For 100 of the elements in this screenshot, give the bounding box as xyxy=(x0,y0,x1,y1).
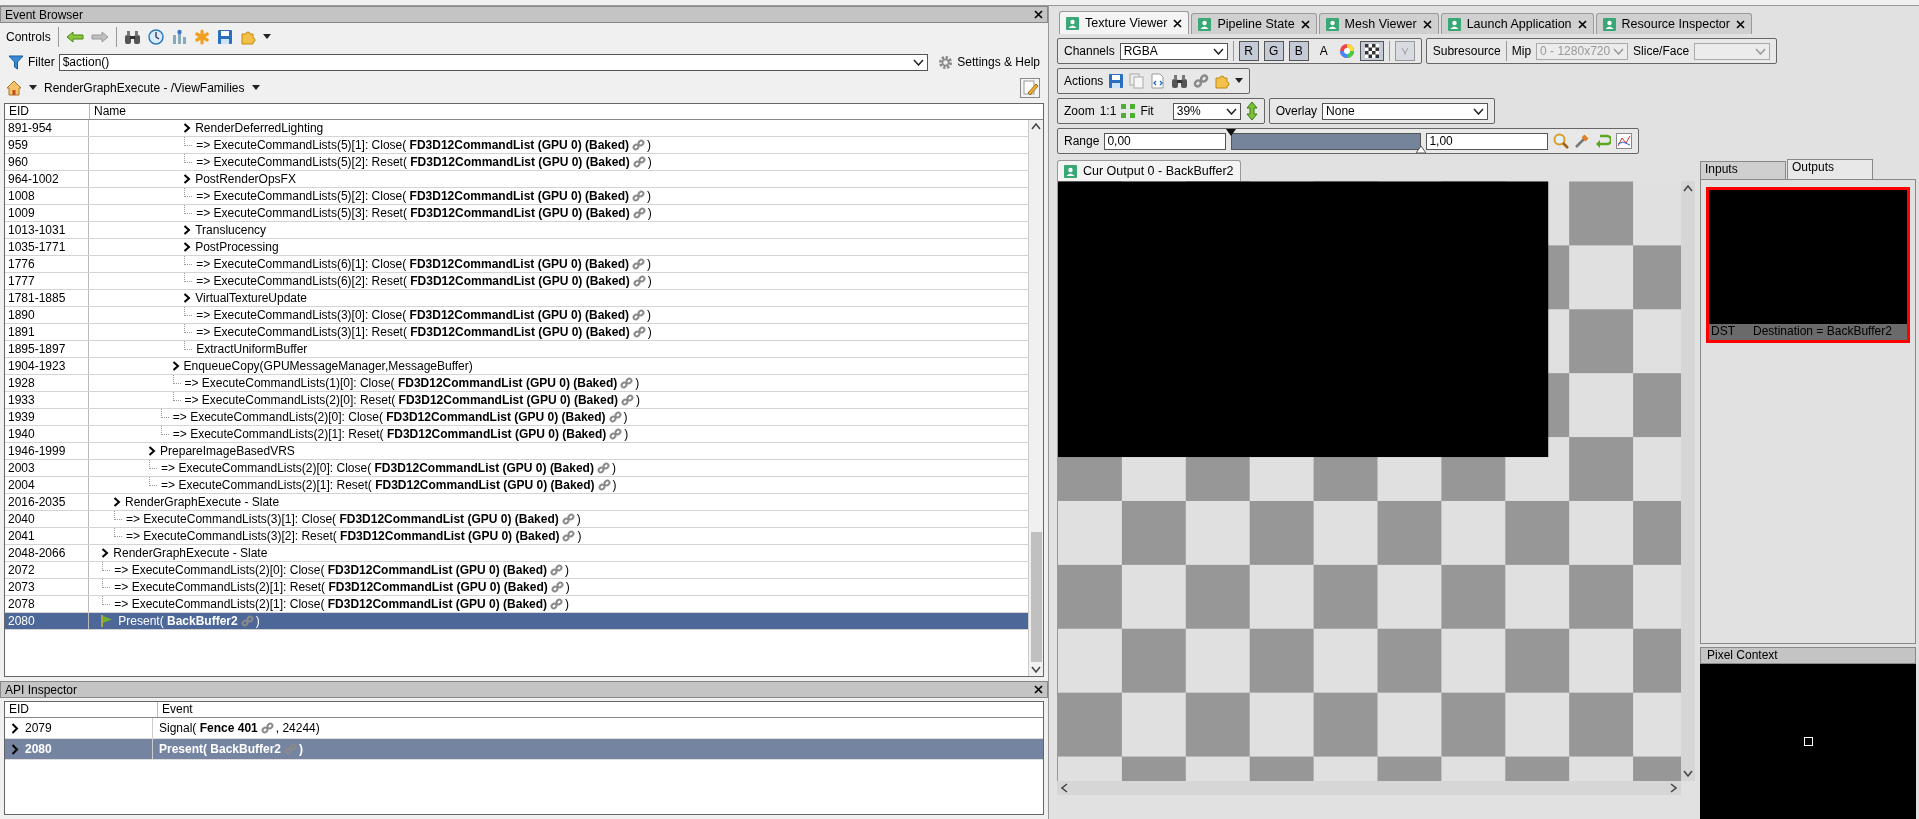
event-row[interactable]: 2048-2066 RenderGraphExecute - Slate xyxy=(5,545,1028,562)
chevron-icon[interactable] xyxy=(113,497,121,507)
chevron-icon[interactable] xyxy=(101,548,110,558)
texture-preview[interactable] xyxy=(1058,181,1681,781)
event-row[interactable]: 1928 => ExecuteCommandLists(1)[0]: Close( FD3D12CommandList (GPU 0) (Baked) ) xyxy=(5,375,1028,392)
event-row[interactable]: 1890 => ExecuteCommandLists(3)[0]: Close( FD3D12CommandList (GPU 0) (Baked) ) xyxy=(5,307,1028,324)
link-icon[interactable] xyxy=(561,513,575,525)
link-icon[interactable] xyxy=(596,462,610,474)
event-row[interactable]: 1895-1897 ExtractUniformBuffer xyxy=(5,341,1028,358)
close-icon[interactable] xyxy=(1173,18,1183,28)
magnifier-icon[interactable] xyxy=(1553,133,1570,149)
event-row[interactable]: 1933 => ExecuteCommandLists(2)[0]: Reset( FD3D12CommandList (GPU 0) (Baked) ) xyxy=(5,392,1028,409)
column-header[interactable]: EID xyxy=(5,104,90,119)
link-icon[interactable] xyxy=(632,156,646,168)
link-icon[interactable] xyxy=(550,581,564,593)
close-icon[interactable] xyxy=(1422,19,1432,29)
scroll-left-icon[interactable] xyxy=(1061,783,1068,793)
fit-icon[interactable] xyxy=(1121,104,1136,118)
gear-icon[interactable] xyxy=(938,54,954,70)
document-code-icon[interactable] xyxy=(1150,73,1167,89)
event-row[interactable]: 2016-2035 RenderGraphExecute - Slate xyxy=(5,494,1028,511)
color-wheel-icon[interactable] xyxy=(1338,43,1355,59)
event-row[interactable]: 2004 => ExecuteCommandLists(2)[1]: Reset( FD3D12CommandList (GPU 0) (Baked) ) xyxy=(5,477,1028,494)
forward-arrow-icon[interactable] xyxy=(90,30,109,44)
close-icon[interactable] xyxy=(1735,19,1745,29)
caret-icon[interactable] xyxy=(29,85,37,91)
column-header[interactable]: Event xyxy=(158,702,193,717)
event-row[interactable]: 1940 => ExecuteCommandLists(2)[1]: Reset( FD3D12CommandList (GPU 0) (Baked) ) xyxy=(5,426,1028,443)
event-row[interactable]: 1904-1923 EnqueueCopy(GPUMessageManager,MessageBuffer) xyxy=(5,358,1028,375)
tab[interactable]: Inputs xyxy=(1700,161,1786,179)
event-row[interactable]: 2040 => ExecuteCommandLists(3)[1]: Close( FD3D12CommandList (GPU 0) (Baked) ) xyxy=(5,511,1028,528)
back-arrow-icon[interactable] xyxy=(65,30,84,44)
edit-note-icon[interactable] xyxy=(1020,78,1040,98)
overlay-dropdown[interactable]: None xyxy=(1322,102,1489,120)
filter-field[interactable]: $action() xyxy=(58,53,929,71)
event-row[interactable]: 960 => ExecuteCommandLists(5)[2]: Reset( FD3D12CommandList (GPU 0) (Baked) ) xyxy=(5,154,1028,171)
scroll-up-icon[interactable] xyxy=(1683,185,1693,192)
bar-chart-icon[interactable] xyxy=(170,29,187,45)
dropdown-icon[interactable] xyxy=(1225,107,1237,115)
home-icon[interactable] xyxy=(6,80,22,96)
zoom-1to1-button[interactable]: 1:1 xyxy=(1099,104,1117,118)
dropdown-icon[interactable] xyxy=(913,58,925,66)
range-min-field[interactable]: 0,00 xyxy=(1104,132,1227,150)
close-icon[interactable] xyxy=(1034,685,1043,694)
column-header[interactable]: EID xyxy=(5,702,158,717)
event-row[interactable]: 1776 => ExecuteCommandLists(6)[1]: Close( FD3D12CommandList (GPU 0) (Baked) ) xyxy=(5,256,1028,273)
scrollbar-thumb[interactable] xyxy=(1030,532,1042,662)
event-row[interactable]: 959 => ExecuteCommandLists(5)[1]: Close( FD3D12CommandList (GPU 0) (Baked) ) xyxy=(5,137,1028,154)
link-icon[interactable] xyxy=(632,326,646,338)
scrollbar[interactable] xyxy=(1028,120,1043,676)
chevron-icon[interactable] xyxy=(183,293,192,303)
close-icon[interactable] xyxy=(1034,10,1043,19)
link-icon[interactable] xyxy=(632,139,645,151)
range-min-handle-icon[interactable] xyxy=(1226,128,1237,136)
breadcrumb-item[interactable]: RenderGraphExecute - /ViewFamilies xyxy=(44,81,245,95)
event-row[interactable]: 1777 => ExecuteCommandLists(6)[2]: Reset( FD3D12CommandList (GPU 0) (Baked) ) xyxy=(5,273,1028,290)
scroll-down-icon[interactable] xyxy=(1031,666,1041,673)
channels-dropdown[interactable]: RGBA xyxy=(1119,42,1228,60)
close-icon[interactable] xyxy=(1577,19,1587,29)
checkerboard-toggle[interactable] xyxy=(1359,41,1384,61)
link-icon[interactable] xyxy=(608,411,622,423)
event-row[interactable]: 1013-1031 Translucency xyxy=(5,222,1028,239)
zoom-dropdown[interactable]: 39% xyxy=(1172,102,1241,120)
undo-arrow-icon[interactable] xyxy=(1595,133,1612,149)
caret-icon[interactable] xyxy=(251,85,260,91)
event-row[interactable]: 2073 => ExecuteCommandLists(2)[1]: Reset( FD3D12CommandList (GPU 0) (Baked) ) xyxy=(5,579,1028,596)
vertical-arrows-icon[interactable] xyxy=(1245,102,1258,120)
tab[interactable]: Mesh Viewer xyxy=(1318,13,1439,34)
tab[interactable]: Pipeline State xyxy=(1191,13,1317,34)
puzzle-icon[interactable] xyxy=(239,29,256,45)
scrollbar[interactable] xyxy=(1057,781,1681,795)
eyedropper-icon[interactable] xyxy=(1574,133,1591,149)
event-row[interactable]: 964-1002 PostRenderOpsFX xyxy=(5,171,1028,188)
event-row[interactable]: 2080 Present( BackBuffer2 ) xyxy=(5,613,1028,630)
link-icon[interactable] xyxy=(620,377,634,389)
scroll-right-icon[interactable] xyxy=(1670,783,1677,793)
event-row[interactable]: 2041 => ExecuteCommandLists(3)[2]: Reset( FD3D12CommandList (GPU 0) (Baked) ) xyxy=(5,528,1028,545)
event-row[interactable]: 2072 => ExecuteCommandLists(2)[0]: Close( FD3D12CommandList (GPU 0) (Baked) ) xyxy=(5,562,1028,579)
output-tab[interactable]: Cur Output 0 - BackBuffer2 xyxy=(1057,160,1241,181)
event-row[interactable]: 2003 => ExecuteCommandLists(2)[0]: Close( FD3D12CommandList (GPU 0) (Baked) ) xyxy=(5,460,1028,477)
caret-icon[interactable] xyxy=(1235,78,1244,84)
tab[interactable]: Texture Viewer xyxy=(1059,11,1190,34)
binoculars-icon[interactable] xyxy=(123,29,141,45)
chevron-icon[interactable] xyxy=(11,722,19,734)
link-icon[interactable] xyxy=(620,394,634,406)
link-icon[interactable] xyxy=(632,258,645,270)
event-row[interactable]: 891-954 RenderDeferredLighting xyxy=(5,120,1028,137)
event-row[interactable]: 1008 => ExecuteCommandLists(5)[2]: Close( FD3D12CommandList (GPU 0) (Baked) ) xyxy=(5,188,1028,205)
thumbnail[interactable]: DST Destination = BackBuffer2 xyxy=(1706,187,1910,343)
scroll-down-icon[interactable] xyxy=(1683,770,1693,777)
link-icon[interactable] xyxy=(632,207,646,219)
channel-toggle[interactable]: B xyxy=(1288,41,1309,61)
event-row[interactable]: 1009 => ExecuteCommandLists(5)[3]: Reset( FD3D12CommandList (GPU 0) (Baked) ) xyxy=(5,205,1028,222)
dropdown-icon[interactable] xyxy=(1212,47,1224,55)
gamma-button[interactable] xyxy=(1394,41,1415,61)
link-icon[interactable] xyxy=(562,530,576,542)
scroll-up-icon[interactable] xyxy=(1031,123,1041,130)
link-icon[interactable] xyxy=(632,190,645,202)
dropdown-icon[interactable] xyxy=(1473,107,1485,115)
event-row[interactable]: 1939 => ExecuteCommandLists(2)[0]: Close( FD3D12CommandList (GPU 0) (Baked) ) xyxy=(5,409,1028,426)
